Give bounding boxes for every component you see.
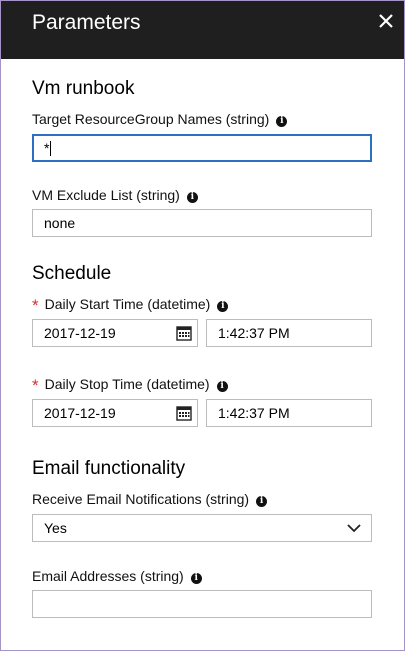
target-rg-label-text: Target ResourceGroup Names (string) [32,111,270,127]
info-icon[interactable]: i [186,192,198,203]
info-icon[interactable]: i [276,116,288,127]
stop-time-value: 1:42:37 PM [218,405,290,421]
email-addresses-label-text: Email Addresses (string) [32,568,184,584]
start-date-value: 2017-12-19 [44,325,116,341]
email-notifications-label-text: Receive Email Notifications (string) [32,491,250,507]
target-rg-input[interactable]: * [32,134,372,162]
stop-date-value: 2017-12-19 [44,405,116,421]
section-title-email: Email functionality [32,458,186,479]
exclude-list-value: none [44,215,76,231]
email-addresses-label: Email Addresses (string) i [32,567,202,585]
email-notifications-select[interactable]: Yes [32,514,372,542]
info-icon[interactable]: i [216,381,228,392]
target-rg-value: * [44,140,50,156]
start-date-input[interactable]: 2017-12-19 [32,319,198,347]
email-addresses-input[interactable] [32,590,372,618]
exclude-list-label-text: VM Exclude List (string) [32,187,180,203]
start-time-label: * Daily Start Time (datetime) i [32,295,229,315]
start-time-value: 1:42:37 PM [218,325,290,341]
text-caret [50,141,52,156]
target-rg-label: Target ResourceGroup Names (string) i [32,110,288,128]
calendar-icon[interactable] [176,405,192,421]
chevron-down-icon[interactable] [347,523,361,533]
start-time-input[interactable]: 1:42:37 PM [206,319,372,347]
stop-date-input[interactable]: 2017-12-19 [32,399,198,427]
email-notifications-value: Yes [44,520,67,536]
exclude-list-label: VM Exclude List (string) i [32,186,198,204]
required-asterisk: * [32,296,39,315]
stop-time-input[interactable]: 1:42:37 PM [206,399,372,427]
parameters-panel: Parameters Vm runbook Target ResourceGro… [0,0,405,651]
section-title-schedule: Schedule [32,263,112,284]
info-icon[interactable]: i [217,301,229,312]
panel-title: Parameters [32,11,141,34]
exclude-list-input[interactable]: none [32,209,372,237]
stop-time-label-text: Daily Stop Time (datetime) [44,376,210,392]
calendar-icon[interactable] [176,325,192,341]
panel-header: Parameters [1,1,404,59]
close-icon[interactable] [378,13,394,29]
info-icon[interactable]: i [256,496,268,507]
start-time-label-text: Daily Start Time (datetime) [44,296,211,312]
stop-time-label: * Daily Stop Time (datetime) i [32,375,228,395]
email-notifications-label: Receive Email Notifications (string) i [32,490,268,508]
required-asterisk: * [32,376,39,395]
section-title-vm-runbook: Vm runbook [32,78,135,99]
info-icon[interactable]: i [190,573,202,584]
